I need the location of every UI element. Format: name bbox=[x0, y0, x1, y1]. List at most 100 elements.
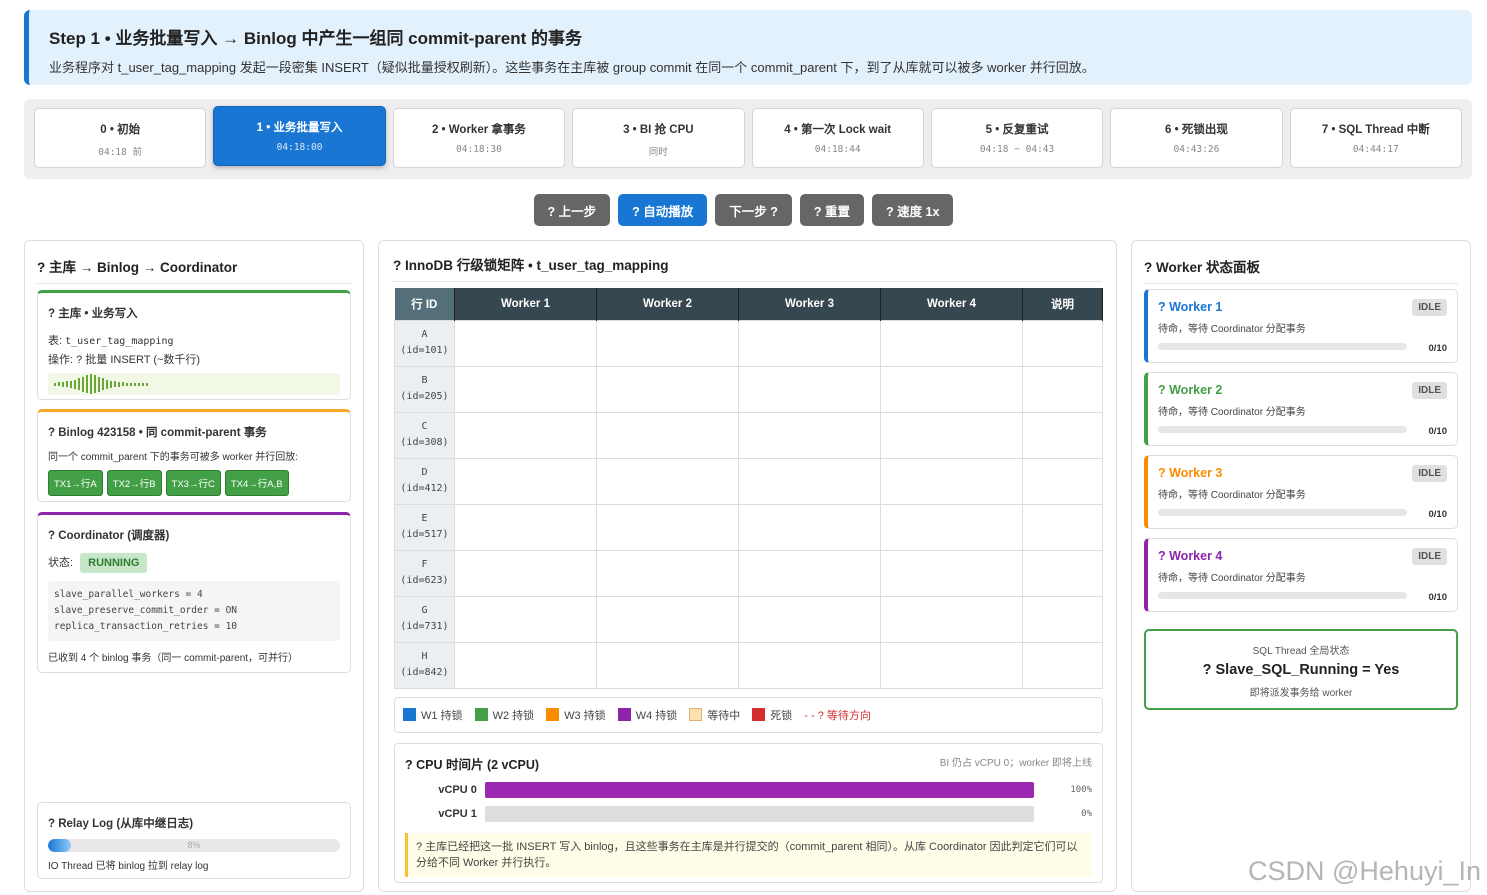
step-2[interactable]: 2 • Worker 拿事务 04:18:30 bbox=[392, 108, 566, 168]
step-banner: Step 1 • 业务批量写入 → Binlog 中产生一组同 commit-p… bbox=[24, 10, 1472, 85]
lock-cell bbox=[738, 365, 881, 413]
step-4[interactable]: 4 • 第一次 Lock wait 04:18:44 bbox=[751, 108, 924, 168]
tx-chip: TX4→行A,B bbox=[224, 470, 289, 496]
left-panel-title: ? 主库 → Binlog → Coordinator bbox=[37, 256, 351, 284]
binlog-card: ? Binlog 423158 • 同 commit-parent 事务 同一个… bbox=[37, 409, 351, 502]
master-table-name: t_user_tag_mapping bbox=[65, 336, 174, 347]
step-6[interactable]: 6 • 死锁出现 04:43:26 bbox=[1110, 108, 1283, 168]
master-write-card: ? 主库 • 业务写入 表: t_user_tag_mapping 操作: ? … bbox=[37, 290, 351, 400]
note-cell bbox=[1022, 641, 1103, 689]
lock-cell bbox=[596, 365, 739, 413]
tx-chip: TX3→行C bbox=[165, 470, 221, 496]
coordinator-note: 已收到 4 个 binlog 事务（同一 commit-parent，可并行） bbox=[48, 653, 299, 664]
worker-1-card: ? Worker 1 IDLE 待命，等待 Coordinator 分配事务 0… bbox=[1144, 289, 1458, 363]
status-badge: IDLE bbox=[1412, 382, 1447, 399]
lock-cell bbox=[880, 319, 1023, 367]
lock-cell bbox=[738, 549, 881, 597]
relay-card-title: ? Relay Log (从库中继日志) bbox=[48, 818, 194, 830]
worker-progress-bar bbox=[1158, 343, 1407, 350]
legend-item-waiting: 等待中 bbox=[689, 707, 740, 723]
row-id-cell: A (id=101) bbox=[394, 319, 455, 367]
worker-progress-bar bbox=[1158, 426, 1407, 433]
lock-cell bbox=[880, 641, 1023, 689]
master-table-line: 表: t_user_tag_mapping bbox=[48, 335, 174, 347]
legend-item-w1: W1 持锁 bbox=[403, 707, 463, 723]
vcpu-1-row: vCPU 1 0% bbox=[438, 806, 1092, 822]
lock-cell bbox=[454, 595, 597, 643]
table-row: G (id=731) bbox=[394, 595, 1103, 643]
relay-progress-bar: 8% bbox=[48, 839, 340, 852]
status-badge: IDLE bbox=[1412, 299, 1447, 316]
note-cell bbox=[1022, 319, 1103, 367]
column-header-worker-1: Worker 1 bbox=[454, 288, 597, 320]
column-header-row-id: 行 ID bbox=[394, 288, 455, 320]
reset-button[interactable]: ? 重置 bbox=[799, 194, 864, 226]
step-5[interactable]: 5 • 反复重试 04:18 ~ 04:43 bbox=[930, 108, 1104, 168]
legend-item-w4: W4 持锁 bbox=[617, 707, 677, 723]
table-row: B (id=205) bbox=[394, 365, 1103, 413]
vcpu-1-bar bbox=[484, 806, 1035, 822]
lock-cell bbox=[454, 641, 597, 689]
legend-item-w2: W2 持锁 bbox=[474, 707, 534, 723]
row-id-cell: C (id=308) bbox=[394, 411, 455, 459]
lock-cell bbox=[454, 503, 597, 551]
lock-cell bbox=[880, 411, 1023, 459]
lock-cell bbox=[738, 503, 881, 551]
row-id-cell: G (id=731) bbox=[394, 595, 455, 643]
autoplay-button[interactable]: ? 自动播放 bbox=[618, 194, 708, 226]
relay-note: IO Thread 已将 binlog 拉到 relay log bbox=[48, 861, 209, 872]
lock-cell bbox=[738, 457, 881, 505]
write-activity-waveform bbox=[48, 373, 340, 395]
table-row: F (id=623) bbox=[394, 549, 1103, 597]
binlog-description: 同一个 commit_parent 下的事务可被多 worker 并行回放: bbox=[48, 452, 299, 463]
row-id-cell: F (id=623) bbox=[394, 549, 455, 597]
relay-log-card: ? Relay Log (从库中继日志) 8% IO Thread 已将 bin… bbox=[37, 802, 351, 879]
legend-item-wait-direction: - - ? 等待方向 bbox=[804, 710, 871, 722]
column-header-worker-2: Worker 2 bbox=[596, 288, 739, 320]
prev-step-button[interactable]: ? 上一步 bbox=[533, 194, 611, 226]
note-cell bbox=[1022, 503, 1103, 551]
lock-cell bbox=[738, 411, 881, 459]
legend-item-deadlock: 死锁 bbox=[752, 707, 792, 723]
table-row: D (id=412) bbox=[394, 457, 1103, 505]
note-cell bbox=[1022, 595, 1103, 643]
table-row: H (id=842) bbox=[394, 641, 1103, 689]
worker-4-card: ? Worker 4 IDLE 待命，等待 Coordinator 分配事务 0… bbox=[1144, 538, 1458, 612]
status-badge: RUNNING bbox=[80, 553, 148, 573]
step-1[interactable]: 1 • 业务批量写入 04:18:00 bbox=[213, 106, 386, 166]
coordinator-status-line: 状态: RUNNING bbox=[48, 553, 340, 573]
note-cell bbox=[1022, 549, 1103, 597]
legend-item-w3: W3 持锁 bbox=[546, 707, 606, 723]
step-0[interactable]: 0 • 初始 04:18 前 bbox=[34, 108, 207, 168]
banner-title: Step 1 • 业务批量写入 → Binlog 中产生一组同 commit-p… bbox=[49, 29, 582, 48]
lock-cell bbox=[596, 319, 739, 367]
tx-chip: TX2→行B bbox=[106, 470, 162, 496]
lock-cell bbox=[880, 457, 1023, 505]
step-timeline: 0 • 初始 04:18 前 1 • 业务批量写入 04:18:00 2 • Wor… bbox=[24, 99, 1472, 179]
playback-controls: ? 上一步 ? 自动播放 下一步 ? ? 重置 ? 速度 1x bbox=[0, 194, 1487, 226]
lock-cell bbox=[880, 365, 1023, 413]
row-id-cell: E (id=517) bbox=[394, 503, 455, 551]
step-3[interactable]: 3 • BI 抢 CPU 同时 bbox=[572, 108, 745, 168]
status-badge: IDLE bbox=[1412, 465, 1447, 482]
master-card-title: ? 主库 • 业务写入 bbox=[48, 308, 138, 320]
worker-progress-bar bbox=[1158, 509, 1407, 516]
coordinator-card: ? Coordinator (调度器) 状态: RUNNING slave_pa… bbox=[37, 512, 351, 673]
column-header-note: 说明 bbox=[1022, 288, 1103, 320]
table-row: C (id=308) bbox=[394, 411, 1103, 459]
cpu-note: BI 仍占 vCPU 0；worker 即将上线 bbox=[939, 758, 1092, 769]
lock-cell bbox=[880, 549, 1023, 597]
worker-2-card: ? Worker 2 IDLE 待命，等待 Coordinator 分配事务 0… bbox=[1144, 372, 1458, 446]
speed-button[interactable]: ? 速度 1x bbox=[871, 194, 954, 226]
lock-cell bbox=[596, 549, 739, 597]
lock-cell bbox=[880, 503, 1023, 551]
lock-cell bbox=[454, 365, 597, 413]
step-7[interactable]: 7 • SQL Thread 中断 04:44:17 bbox=[1289, 108, 1462, 168]
lock-matrix-panel: ? InnoDB 行级锁矩阵 • t_user_tag_mapping 行 ID… bbox=[378, 240, 1117, 892]
next-step-button[interactable]: 下一步 ? bbox=[715, 194, 792, 226]
center-panel-title: ? InnoDB 行级锁矩阵 • t_user_tag_mapping bbox=[393, 254, 1102, 282]
column-header-worker-3: Worker 3 bbox=[738, 288, 881, 320]
binlog-card-title: ? Binlog 423158 • 同 commit-parent 事务 bbox=[48, 427, 267, 439]
banner-description: 业务程序对 t_user_tag_mapping 发起一段密集 INSERT（疑… bbox=[49, 60, 1095, 75]
column-header-worker-4: Worker 4 bbox=[880, 288, 1023, 320]
